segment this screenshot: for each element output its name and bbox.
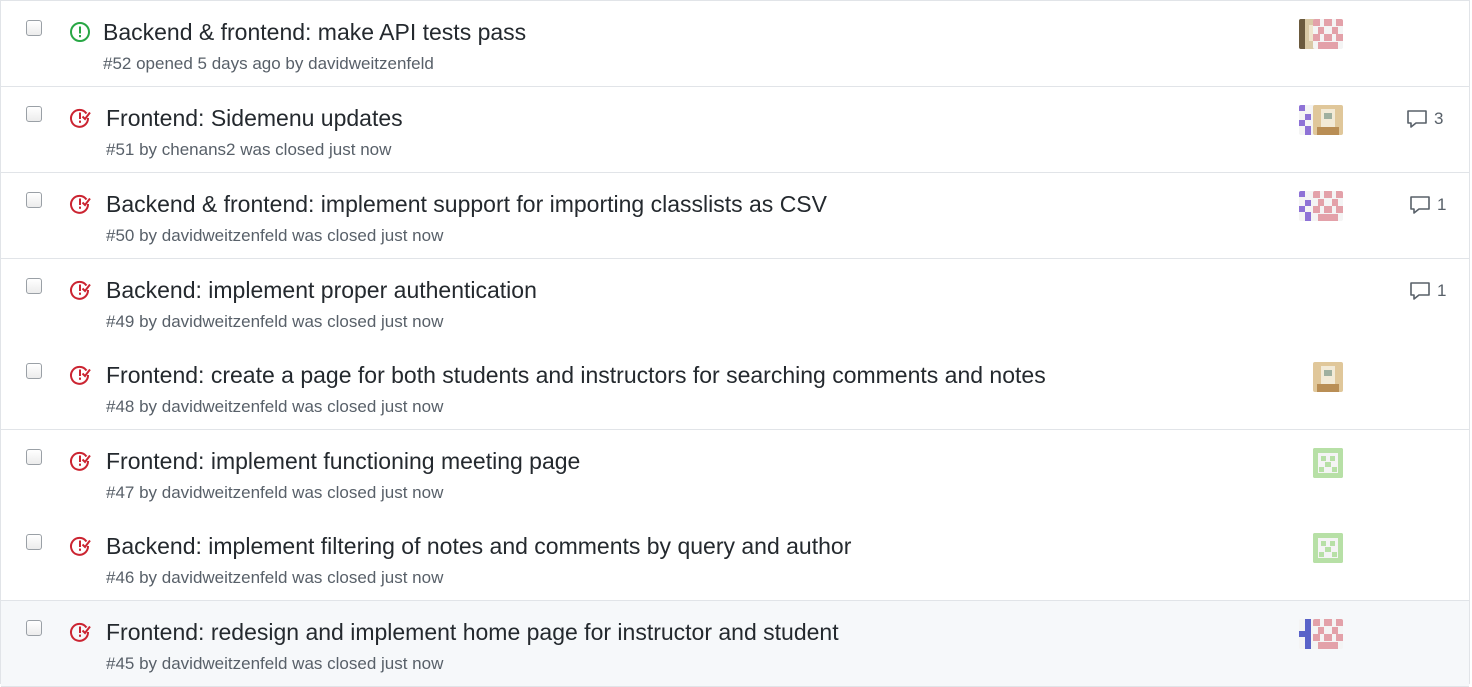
- issue-row[interactable]: Frontend: redesign and implement home pa…: [1, 601, 1469, 687]
- avatar[interactable]: [1313, 191, 1343, 221]
- issue-meta: #49 by davidweitzenfeld was closed just …: [106, 312, 444, 331]
- comment-count: 1: [1437, 281, 1447, 300]
- avatar[interactable]: [1313, 362, 1343, 392]
- comment-count-link[interactable]: 1: [1409, 279, 1446, 303]
- comment-icon: [1410, 196, 1430, 214]
- issue-title-link[interactable]: Frontend: implement functioning meeting …: [106, 446, 580, 476]
- issue-meta: #48 by davidweitzenfeld was closed just …: [106, 397, 444, 416]
- issue-title-link[interactable]: Frontend: create a page for both student…: [106, 360, 1046, 390]
- avatar[interactable]: [1313, 619, 1343, 649]
- comment-icon: [1410, 282, 1430, 300]
- issue-row[interactable]: Backend & frontend: implement support fo…: [1, 173, 1469, 259]
- avatar[interactable]: [1313, 448, 1343, 478]
- comment-count-link[interactable]: 1: [1409, 193, 1446, 217]
- issue-row[interactable]: Backend: implement filtering of notes an…: [1, 515, 1469, 601]
- comment-count: 3: [1434, 109, 1444, 128]
- issue-closed-icon: [69, 364, 91, 386]
- issue-checkbox[interactable]: [26, 620, 42, 636]
- issue-checkbox[interactable]: [26, 449, 42, 465]
- issue-meta: #46 by davidweitzenfeld was closed just …: [106, 568, 444, 587]
- issue-closed-icon: [69, 279, 91, 301]
- issue-meta: #50 by davidweitzenfeld was closed just …: [106, 226, 444, 245]
- issue-closed-icon: [69, 621, 91, 643]
- issue-meta: #51 by chenans2 was closed just now: [106, 140, 392, 159]
- issue-row[interactable]: Backend: implement proper authentication…: [1, 259, 1469, 345]
- issue-checkbox[interactable]: [26, 192, 42, 208]
- comment-icon: [1407, 110, 1427, 128]
- issue-title-link[interactable]: Backend & frontend: implement support fo…: [106, 189, 827, 219]
- issue-row[interactable]: Frontend: create a page for both student…: [1, 344, 1469, 430]
- issue-title-link[interactable]: Backend & frontend: make API tests pass: [103, 17, 526, 47]
- issue-meta: #52 opened 5 days ago by davidweitzenfel…: [103, 54, 434, 73]
- issue-row[interactable]: Frontend: Sidemenu updates #51 by chenan…: [1, 87, 1469, 173]
- issue-row[interactable]: Frontend: implement functioning meeting …: [1, 430, 1469, 516]
- issue-checkbox[interactable]: [26, 278, 42, 294]
- issue-checkbox[interactable]: [26, 106, 42, 122]
- comment-count-link[interactable]: 3: [1406, 107, 1443, 131]
- issue-row[interactable]: Backend & frontend: make API tests pass …: [1, 1, 1469, 87]
- issue-closed-icon: [69, 535, 91, 557]
- issue-title-link[interactable]: Frontend: redesign and implement home pa…: [106, 617, 839, 647]
- issue-closed-icon: [69, 450, 91, 472]
- avatar[interactable]: [1313, 19, 1343, 49]
- issue-checkbox[interactable]: [26, 534, 42, 550]
- issue-meta: #45 by davidweitzenfeld was closed just …: [106, 654, 444, 673]
- issue-meta: #47 by davidweitzenfeld was closed just …: [106, 483, 444, 502]
- issue-closed-icon: [69, 193, 91, 215]
- issue-checkbox[interactable]: [26, 20, 42, 36]
- issue-closed-icon: [69, 107, 91, 129]
- issue-checkbox[interactable]: [26, 363, 42, 379]
- issue-opened-icon: [69, 21, 91, 43]
- issue-title-link[interactable]: Backend: implement proper authentication: [106, 275, 537, 305]
- comment-count: 1: [1437, 195, 1447, 214]
- issue-title-link[interactable]: Frontend: Sidemenu updates: [106, 103, 403, 133]
- avatar[interactable]: [1313, 533, 1343, 563]
- avatar[interactable]: [1313, 105, 1343, 135]
- issue-list: Backend & frontend: make API tests pass …: [0, 0, 1470, 687]
- issue-title-link[interactable]: Backend: implement filtering of notes an…: [106, 531, 851, 561]
